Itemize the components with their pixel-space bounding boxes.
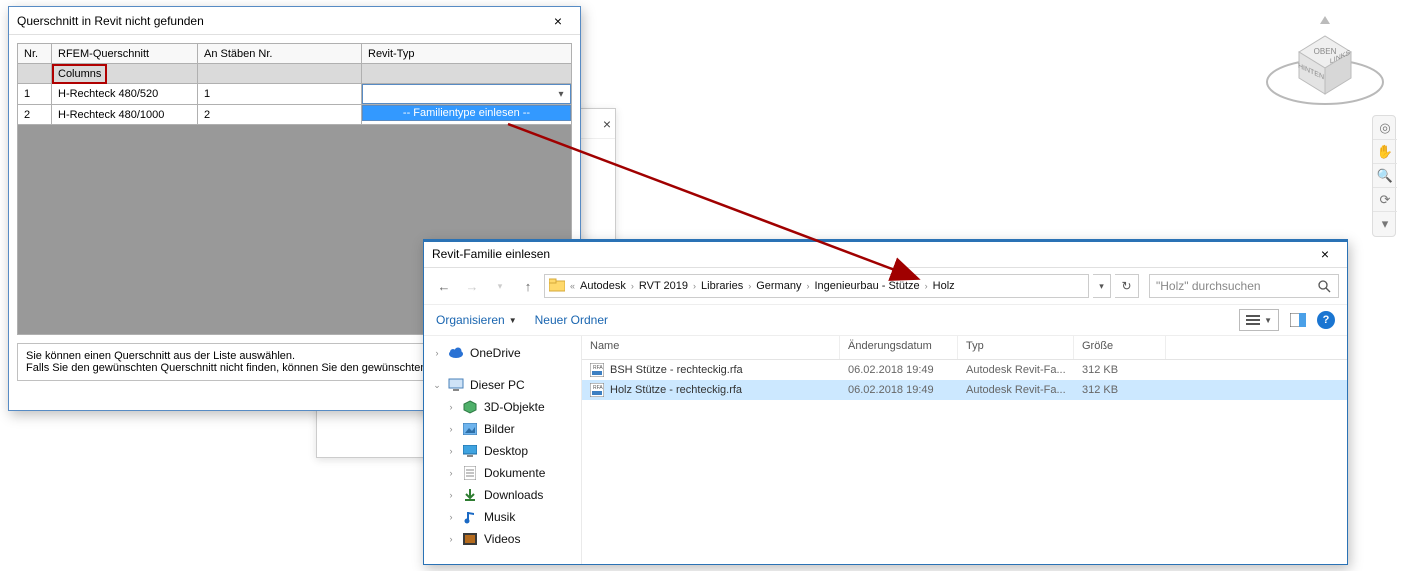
nav-forward-button[interactable]: → bbox=[460, 274, 484, 298]
orbit-icon[interactable]: ⟳ bbox=[1373, 188, 1397, 212]
table-row[interactable]: 1 H-Rechteck 480/520 1 ▾ -- Familientype… bbox=[18, 84, 572, 105]
breadcrumb[interactable]: Autodesk› bbox=[580, 280, 637, 292]
pc-icon bbox=[448, 377, 464, 393]
nav-recent-button[interactable]: ▾ bbox=[488, 274, 512, 298]
col-header-revit[interactable]: Revit-Typ bbox=[362, 44, 572, 64]
file-name: BSH Stütze - rechteckig.rfa bbox=[610, 364, 743, 376]
col-header-size[interactable]: Größe bbox=[1074, 336, 1166, 359]
svg-text:RFA: RFA bbox=[593, 365, 603, 371]
chevron-right-icon: « bbox=[567, 281, 578, 291]
close-button[interactable]: × bbox=[538, 7, 578, 35]
cube-icon bbox=[462, 399, 478, 415]
dropdown-icon[interactable]: ▾ bbox=[1373, 212, 1397, 236]
downloads-icon bbox=[462, 487, 478, 503]
file-date: 06.02.2018 19:49 bbox=[840, 364, 958, 376]
tree-node-music[interactable]: ›Musik bbox=[428, 506, 577, 528]
breadcrumb[interactable]: Ingenieurbau - Stütze› bbox=[814, 280, 930, 292]
file-type: Autodesk Revit-Fa... bbox=[958, 364, 1074, 376]
revit-type-dropdown-open: -- Familientype einlesen -- bbox=[362, 105, 571, 121]
folder-tree[interactable]: › OneDrive ⌄ Dieser PC ›3D-Objekte ›Bild… bbox=[424, 336, 582, 564]
videos-icon bbox=[462, 531, 478, 547]
nav-up-button[interactable]: ↑ bbox=[516, 274, 540, 298]
file-dialog-toolbar: Organisieren▼ Neuer Ordner ▼ ? bbox=[424, 304, 1347, 336]
close-icon[interactable]: × bbox=[603, 116, 611, 132]
cell-nr: 2 bbox=[18, 105, 52, 125]
file-size: 312 KB bbox=[1074, 364, 1166, 376]
cell-stab: 2 bbox=[198, 105, 362, 125]
close-button[interactable]: × bbox=[1305, 240, 1345, 268]
tree-node-pictures[interactable]: ›Bilder bbox=[428, 418, 577, 440]
cell-querschnitt: H-Rechteck 480/520 bbox=[52, 84, 198, 105]
tree-node-3d[interactable]: ›3D-Objekte bbox=[428, 396, 577, 418]
pictures-icon bbox=[462, 421, 478, 437]
path-dropdown-button[interactable]: ▾ bbox=[1093, 274, 1111, 298]
documents-icon bbox=[462, 465, 478, 481]
cell-nr: 1 bbox=[18, 84, 52, 105]
group-label: Columns bbox=[58, 68, 101, 80]
col-header-staeben[interactable]: An Stäben Nr. bbox=[198, 44, 362, 64]
rfa-file-icon: RFA bbox=[590, 363, 604, 377]
file-name: Holz Stütze - rechteckig.rfa bbox=[610, 384, 742, 396]
tree-node-videos[interactable]: ›Videos bbox=[428, 528, 577, 550]
tree-node-documents[interactable]: ›Dokumente bbox=[428, 462, 577, 484]
rfa-file-icon: RFA bbox=[590, 383, 604, 397]
dialog-title: Revit-Familie einlesen bbox=[432, 247, 1305, 261]
file-size: 312 KB bbox=[1074, 384, 1166, 396]
file-type: Autodesk Revit-Fa... bbox=[958, 384, 1074, 396]
new-folder-button[interactable]: Neuer Ordner bbox=[535, 313, 608, 327]
view-options-button[interactable]: ▼ bbox=[1239, 309, 1279, 331]
tree-node-onedrive[interactable]: › OneDrive bbox=[428, 342, 577, 364]
search-icon bbox=[1316, 278, 1332, 294]
revit-type-dropdown[interactable]: ▾ -- Familientype einlesen -- bbox=[362, 84, 571, 104]
viewcube[interactable]: OBEN HINTEN LINKS bbox=[1260, 10, 1390, 110]
dropdown-option[interactable]: -- Familientype einlesen -- bbox=[363, 106, 570, 120]
col-header-date[interactable]: Änderungsdatum bbox=[840, 336, 958, 359]
wheel-icon[interactable]: ◎ bbox=[1373, 116, 1397, 140]
organize-menu[interactable]: Organisieren▼ bbox=[436, 313, 517, 327]
search-input[interactable]: "Holz" durchsuchen bbox=[1149, 274, 1339, 298]
cell-stab: 1 bbox=[198, 84, 362, 105]
address-bar: ← → ▾ ↑ « Autodesk› RVT 2019› Libraries›… bbox=[424, 268, 1347, 304]
zoom-icon[interactable]: 🔍 bbox=[1373, 164, 1397, 188]
tree-node-this-pc[interactable]: ⌄ Dieser PC bbox=[428, 374, 577, 396]
col-header-name[interactable]: Name bbox=[582, 336, 840, 359]
file-row[interactable]: RFA BSH Stütze - rechteckig.rfa 06.02.2018… bbox=[582, 360, 1347, 380]
file-open-dialog: Revit-Familie einlesen × ← → ▾ ↑ « Autod… bbox=[423, 239, 1348, 565]
col-header-querschnitt[interactable]: RFEM-Querschnitt bbox=[52, 44, 198, 64]
svg-text:RFA: RFA bbox=[593, 385, 603, 391]
file-row[interactable]: RFA Holz Stütze - rechteckig.rfa 06.02.201… bbox=[582, 380, 1347, 400]
file-list: Name Änderungsdatum Typ Größe RFA BSH Stü… bbox=[582, 336, 1347, 564]
dialog-title: Querschnitt in Revit nicht gefunden bbox=[17, 14, 538, 28]
group-row-columns[interactable]: Columns bbox=[18, 64, 572, 84]
breadcrumb[interactable]: Holz bbox=[933, 280, 955, 292]
cross-section-table: Nr. RFEM-Querschnitt An Stäben Nr. Revit… bbox=[17, 43, 572, 125]
desktop-icon bbox=[462, 443, 478, 459]
breadcrumb[interactable]: Germany› bbox=[756, 280, 812, 292]
nav-back-button[interactable]: ← bbox=[432, 274, 456, 298]
folder-icon bbox=[549, 278, 565, 295]
music-icon bbox=[462, 509, 478, 525]
breadcrumb[interactable]: RVT 2019› bbox=[639, 280, 699, 292]
breadcrumb-path[interactable]: « Autodesk› RVT 2019› Libraries› Germany… bbox=[544, 274, 1089, 298]
cloud-icon bbox=[448, 345, 464, 361]
tree-node-desktop[interactable]: ›Desktop bbox=[428, 440, 577, 462]
right-navbar: ◎ ✋ 🔍 ⟳ ▾ bbox=[1372, 115, 1396, 237]
search-placeholder: "Holz" durchsuchen bbox=[1156, 279, 1261, 293]
col-header-nr[interactable]: Nr. bbox=[18, 44, 52, 64]
breadcrumb[interactable]: Libraries› bbox=[701, 280, 754, 292]
col-header-type[interactable]: Typ bbox=[958, 336, 1074, 359]
help-button[interactable]: ? bbox=[1317, 311, 1335, 329]
chevron-down-icon: ▾ bbox=[552, 85, 570, 103]
hand-icon[interactable]: ✋ bbox=[1373, 140, 1397, 164]
refresh-button[interactable]: ↻ bbox=[1115, 274, 1139, 298]
cell-querschnitt: H-Rechteck 480/1000 bbox=[52, 105, 198, 125]
preview-pane-button[interactable] bbox=[1287, 309, 1309, 331]
tree-node-downloads[interactable]: ›Downloads bbox=[428, 484, 577, 506]
file-date: 06.02.2018 19:49 bbox=[840, 384, 958, 396]
